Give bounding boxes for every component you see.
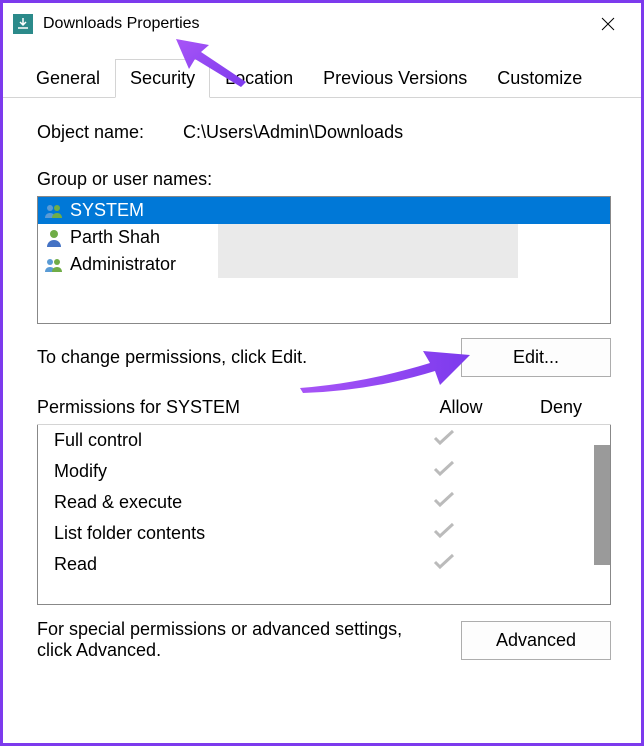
object-name-label: Object name: [37,122,183,143]
object-name-row: Object name: C:\Users\Admin\Downloads [37,122,611,143]
advanced-text: For special permissions or advanced sett… [37,619,417,661]
group-label: Group or user names: [37,169,611,190]
edit-row: To change permissions, click Edit. Edit.… [37,338,611,377]
allow-check-icon [394,522,494,545]
permission-row: Modify [38,456,610,487]
edit-button[interactable]: Edit... [461,338,611,377]
tab-bar: General Security Location Previous Versi… [3,59,641,98]
tab-customize[interactable]: Customize [482,59,597,98]
allow-check-icon [394,553,494,576]
tab-security[interactable]: Security [115,59,210,98]
tab-previous-versions[interactable]: Previous Versions [308,59,482,98]
close-button[interactable] [585,8,631,40]
object-name-value: C:\Users\Admin\Downloads [183,122,403,143]
permission-row: List folder contents [38,518,610,549]
tab-general[interactable]: General [21,59,115,98]
permission-row: Read [38,549,610,580]
permissions-title: Permissions for SYSTEM [37,397,411,418]
allow-check-icon [394,460,494,483]
advanced-button[interactable]: Advanced [461,621,611,660]
tab-content: Object name: C:\Users\Admin\Downloads Gr… [3,98,641,675]
allow-check-icon [394,429,494,452]
permissions-listbox[interactable]: Full control Modify Read & execute List … [37,425,611,605]
list-item-administrators[interactable]: Administrator [38,251,610,278]
list-item-label: Parth Shah [70,227,160,248]
permissions-header: Permissions for SYSTEM Allow Deny [37,397,611,425]
advanced-row: For special permissions or advanced sett… [37,619,611,661]
list-item-label: SYSTEM [70,200,144,221]
permission-name: Full control [54,430,394,451]
list-item-system[interactable]: SYSTEM [38,197,610,224]
deny-column-header: Deny [511,397,611,418]
permission-name: List folder contents [54,523,394,544]
permission-name: Read & execute [54,492,394,513]
titlebar: Downloads Properties [3,3,641,45]
permission-name: Read [54,554,394,575]
group-icon [44,256,64,274]
scrollbar-thumb[interactable] [594,445,610,565]
allow-check-icon [394,491,494,514]
permission-row: Full control [38,425,610,456]
edit-text: To change permissions, click Edit. [37,347,307,368]
window-title: Downloads Properties [43,15,585,33]
user-icon [44,229,64,247]
tab-location[interactable]: Location [210,59,308,98]
group-icon [44,202,64,220]
allow-column-header: Allow [411,397,511,418]
permission-name: Modify [54,461,394,482]
list-item-label: Administrator [70,254,176,275]
user-listbox[interactable]: SYSTEM Parth Shah Administrator [37,196,611,324]
folder-download-icon [13,14,33,34]
list-item-user[interactable]: Parth Shah [38,224,610,251]
permission-row: Read & execute [38,487,610,518]
